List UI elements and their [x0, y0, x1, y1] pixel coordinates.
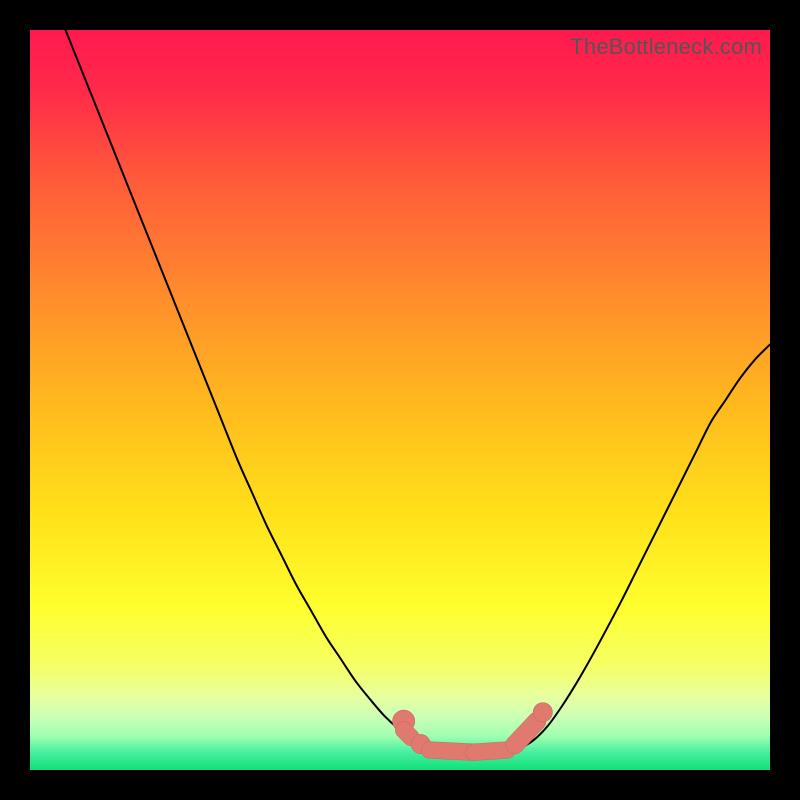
marker-group	[393, 703, 553, 754]
bottleneck-curve	[60, 30, 770, 753]
valley-marker-capsule	[474, 750, 507, 752]
curve-group	[60, 30, 770, 753]
bottleneck-curve-layer	[30, 30, 770, 770]
valley-marker-capsule	[404, 730, 411, 737]
chart-frame: TheBottleneck.com	[30, 30, 770, 770]
valley-marker-dot	[533, 703, 552, 722]
watermark-text: TheBottleneck.com	[570, 34, 762, 60]
